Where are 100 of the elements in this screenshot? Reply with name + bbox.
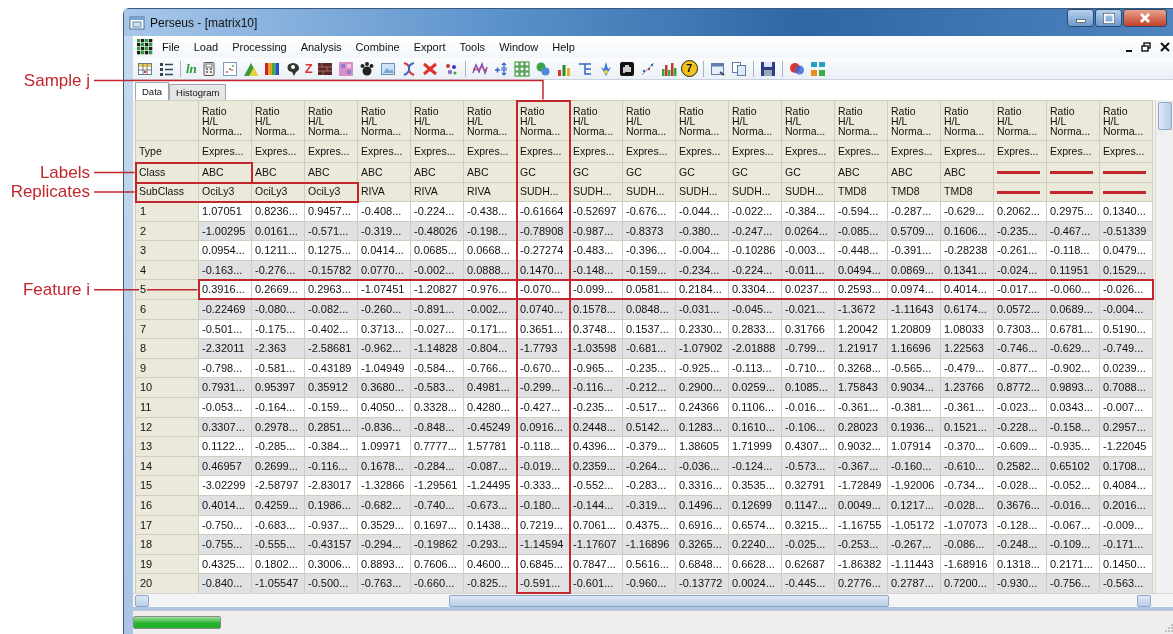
leader-line (93, 171, 136, 174)
header-value: SUDH... (732, 185, 771, 198)
menu-item[interactable]: File (155, 38, 187, 56)
toolbar-button[interactable]: 7 (680, 60, 698, 77)
header-value: OciLy3 (308, 185, 341, 198)
row-label: SubClass (139, 185, 184, 198)
menu-item[interactable]: Load (186, 38, 226, 56)
header-value: Expres... (891, 144, 933, 157)
menu-item[interactable]: Analysis (293, 38, 349, 56)
minimize-icon[interactable] (1126, 49, 1132, 52)
header-value: Expres... (1103, 144, 1145, 157)
header-value: TMD8 (891, 185, 920, 198)
row-number: 7 (139, 322, 148, 335)
header-value: ABC (255, 165, 277, 178)
header-value: Expres... (308, 144, 350, 157)
row-number: 11 (139, 401, 153, 413)
annotation-label: Sample j (23, 70, 90, 91)
list-icon[interactable] (158, 60, 174, 77)
row-number: 17 (139, 518, 154, 531)
tab[interactable]: Histogram (169, 84, 227, 100)
scroll-thumb[interactable] (449, 594, 889, 607)
header-value: GC (520, 165, 536, 178)
menu-item[interactable]: Window (492, 38, 546, 56)
leader-line (93, 191, 136, 193)
calculator-icon[interactable] (200, 60, 217, 77)
blocks-icon[interactable] (809, 60, 826, 77)
row-number: 9 (139, 361, 148, 374)
header-value: Expres... (626, 144, 668, 157)
scatter-icon[interactable] (639, 60, 656, 77)
header-value: GC (732, 165, 748, 178)
row-number: 3 (139, 244, 148, 257)
annotation-label: Replicates (10, 182, 90, 202)
header-value: Expres... (997, 144, 1039, 157)
brick-icon[interactable] (316, 60, 333, 77)
header-value: GC (785, 165, 801, 178)
close-icon (1138, 12, 1152, 24)
scrollbar[interactable] (1155, 100, 1173, 593)
venn-icon[interactable] (788, 60, 805, 77)
header-value: Expres... (573, 144, 615, 157)
header-value: RIVA (414, 185, 438, 198)
row-number: 8 (139, 342, 148, 355)
header-value: SUDH... (785, 185, 824, 198)
line-chart-icon[interactable] (471, 60, 488, 77)
header-value: ABC (838, 165, 860, 178)
tab[interactable]: Data (135, 82, 170, 100)
balls-icon[interactable] (534, 60, 551, 77)
header-value: ABC (308, 165, 330, 178)
header-value: Expres... (944, 144, 986, 157)
header-value: Expres... (414, 144, 456, 157)
save-icon[interactable] (759, 60, 776, 77)
close-icon[interactable] (1160, 42, 1170, 52)
header-value: ABC (467, 165, 489, 178)
header-value: SUDH... (626, 185, 665, 198)
heatmap-icon[interactable] (263, 60, 280, 77)
header-value: ABC (891, 165, 913, 178)
copy-icon[interactable] (730, 60, 747, 77)
header-value: OciLy3 (255, 185, 288, 198)
row-number: 10 (139, 381, 154, 394)
header-value: OciLy3 (202, 185, 235, 198)
table-icon[interactable] (137, 60, 153, 77)
maximize-button[interactable] (1095, 9, 1122, 27)
minimize-button[interactable] (1067, 9, 1094, 27)
matrix-icon[interactable] (513, 60, 530, 77)
menu-item[interactable]: Combine (348, 38, 407, 56)
toolbar-button[interactable]: Z (304, 60, 313, 77)
menu-item[interactable]: Help (545, 38, 582, 56)
row-number: 6 (139, 303, 148, 315)
window-icon[interactable] (709, 60, 726, 77)
row-number: 2 (139, 224, 148, 237)
header-value: ABC (202, 165, 224, 178)
row-number: 15 (139, 479, 154, 492)
row-label: Class (139, 165, 166, 178)
header-value: Expres... (361, 144, 403, 157)
scroll-thumb[interactable] (1157, 102, 1172, 130)
header-value: SUDH... (679, 185, 718, 198)
row-number: 4 (139, 263, 148, 276)
header-value: Expres... (467, 144, 509, 157)
restore-icon[interactable] (1141, 42, 1151, 52)
minimize-icon (1075, 19, 1086, 23)
menu-item[interactable]: Tools (452, 38, 493, 56)
sort-icon[interactable] (492, 60, 509, 77)
close-button[interactable] (1123, 9, 1167, 27)
row-number: 5 (139, 283, 148, 296)
tree-icon[interactable] (576, 60, 593, 77)
header-value: GC (626, 165, 642, 178)
row-number: 1 (139, 205, 148, 218)
header-value: GC (573, 165, 589, 178)
header-value: TMD8 (838, 185, 867, 198)
header-value: RIVA (467, 185, 491, 198)
row-number: 13 (139, 440, 154, 453)
menu-item[interactable]: Processing (225, 38, 294, 56)
header-value: Expres... (732, 144, 774, 157)
histogram-icon[interactable] (660, 60, 677, 77)
header-value: SUDH... (573, 185, 612, 198)
row-number: 18 (139, 538, 154, 551)
header-value: ABC (414, 165, 436, 178)
menu-item[interactable]: Export (406, 38, 453, 56)
resize-grip-icon[interactable] (1163, 622, 1173, 632)
paw-icon[interactable] (358, 60, 375, 77)
header-value: Expres... (520, 144, 562, 157)
